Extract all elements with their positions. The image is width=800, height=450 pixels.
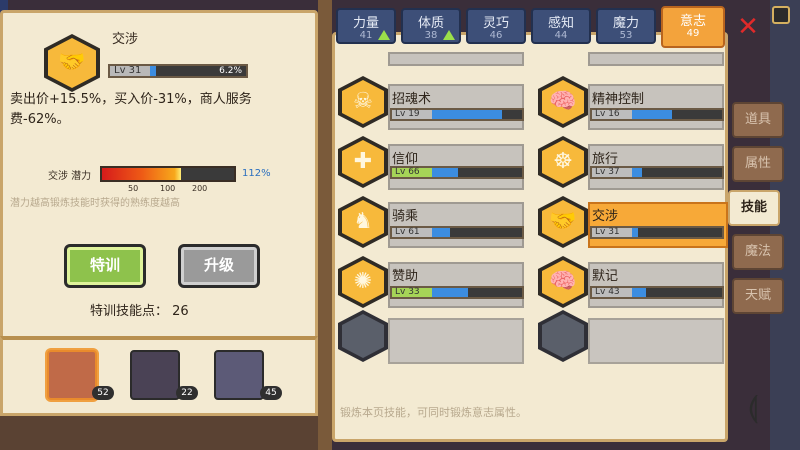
- hero-portrait-1[interactable]: [47, 350, 97, 400]
- upgrade-arrow-icon: [443, 30, 455, 40]
- skill-row-partial: [388, 52, 524, 66]
- hero-portrait-2[interactable]: [130, 350, 180, 400]
- skill-name: 信仰: [392, 152, 419, 167]
- attr-value: 49: [686, 28, 700, 39]
- attr-tab-magic[interactable]: 魔力 53: [596, 8, 656, 44]
- skill-name: 交涉: [592, 209, 619, 224]
- attr-tab-constitution[interactable]: 体质 38: [401, 8, 461, 44]
- hero-level-badge: 52: [92, 386, 114, 400]
- skill-detail-description: 卖出价+15.5%，买入价-31%，商人服务费-62%。: [10, 92, 252, 127]
- train-points-value: 26: [172, 304, 189, 319]
- skill-level-bar: Lv 19: [390, 108, 524, 121]
- skill-progress-fill: [632, 228, 638, 237]
- skill-level: Lv 37: [592, 168, 632, 177]
- train-button[interactable]: 特训: [64, 244, 146, 288]
- empty-skill-slot: [388, 318, 524, 364]
- side-tab-items[interactable]: 道具: [732, 102, 784, 138]
- potential-hint: 潜力越高锻炼技能时获得的熟练度越高: [10, 198, 180, 209]
- skill-name: 默记: [592, 269, 619, 284]
- skill-detail-name: 交涉: [112, 32, 139, 47]
- skill-progress-fill: [632, 288, 646, 297]
- skill-detail-level-bar: Lv 31 6.2%: [108, 64, 248, 78]
- attr-tab-dexterity[interactable]: 灵巧 46: [466, 8, 526, 44]
- attr-tab-strength[interactable]: 力量 41: [336, 8, 396, 44]
- potential-bar: [100, 166, 236, 182]
- skill-detail-level: Lv 31: [110, 66, 150, 76]
- train-points: 特训技能点： 26: [90, 300, 189, 319]
- skill-row-partial: [588, 52, 724, 66]
- hero-level-badge: 22: [176, 386, 198, 400]
- side-tab-talents[interactable]: 天赋: [732, 278, 784, 314]
- skill-progress-fill: [632, 110, 672, 119]
- skill-level-bar: Lv 37: [590, 166, 724, 179]
- potential-tick: 200: [192, 184, 208, 193]
- skill-progress-fill: [632, 168, 642, 177]
- side-tab-skills[interactable]: 技能: [728, 190, 780, 226]
- train-points-label: 特训技能点：: [90, 304, 169, 319]
- skill-level-bar: Lv 66: [390, 166, 524, 179]
- attr-name: 力量: [352, 16, 379, 31]
- skill-progress-fill: [432, 168, 458, 177]
- bottom-strip: [0, 416, 318, 450]
- empty-skill-slot: [588, 318, 724, 364]
- close-icon[interactable]: ✕: [734, 14, 762, 42]
- attr-value: 46: [489, 30, 503, 41]
- upgrade-button[interactable]: 升级: [178, 244, 260, 288]
- skill-level: Lv 43: [592, 288, 632, 297]
- skill-level-bar: Lv 33: [390, 286, 524, 299]
- attr-tab-perception[interactable]: 感知 44: [531, 8, 591, 44]
- attr-value: 53: [619, 30, 633, 41]
- skill-level: Lv 16: [592, 110, 632, 119]
- skill-detail-progress-fill: [150, 66, 156, 76]
- skill-name: 精神控制: [592, 92, 645, 107]
- hero-portrait-3[interactable]: [214, 350, 264, 400]
- potential-tick: 100: [160, 184, 176, 193]
- skill-progress-fill: [432, 110, 502, 119]
- side-tab-attributes[interactable]: 属性: [732, 146, 784, 182]
- attr-name: 体质: [417, 16, 444, 31]
- attr-value: 44: [554, 30, 568, 41]
- potential-label: 交涉 潜力: [48, 171, 92, 182]
- skill-name: 旅行: [592, 152, 619, 167]
- background-divider: [318, 0, 332, 450]
- skill-level: Lv 66: [392, 168, 432, 177]
- skill-level-bar: Lv 61: [390, 226, 524, 239]
- side-tab-magic[interactable]: 魔法: [732, 234, 784, 270]
- skill-name: 赞助: [392, 269, 419, 284]
- attr-tab-will[interactable]: 意志 49: [661, 6, 725, 48]
- attr-name: 灵巧: [482, 16, 509, 31]
- hero-level-badge: 45: [260, 386, 282, 400]
- action-area: [0, 238, 318, 338]
- skill-name: 招魂术: [392, 92, 432, 107]
- skill-level: Lv 19: [392, 110, 432, 119]
- attr-name: 魔力: [612, 16, 639, 31]
- potential-tick: 50: [128, 184, 139, 193]
- skill-progress-fill: [432, 288, 468, 297]
- skill-level-bar: Lv 43: [590, 286, 724, 299]
- skill-level-bar: Lv 31: [590, 226, 724, 239]
- skill-level: Lv 33: [392, 288, 432, 297]
- skill-level-bar: Lv 16: [590, 108, 724, 121]
- attr-name: 意志: [679, 14, 706, 29]
- skill-progress-fill: [432, 228, 450, 237]
- bow-icon[interactable]: ⟬: [736, 388, 770, 428]
- skill-level: Lv 31: [592, 228, 632, 237]
- skill-detail-progress-pct: 6.2%: [219, 66, 242, 76]
- footer-hint: 锻炼本页技能，可同时锻炼意志属性。: [340, 406, 527, 419]
- attr-name: 感知: [547, 16, 574, 31]
- exit-icon[interactable]: [772, 6, 790, 24]
- skill-name: 骑乘: [392, 209, 419, 224]
- skill-level: Lv 61: [392, 228, 432, 237]
- upgrade-arrow-icon: [378, 30, 390, 40]
- potential-pct: 112%: [242, 168, 271, 179]
